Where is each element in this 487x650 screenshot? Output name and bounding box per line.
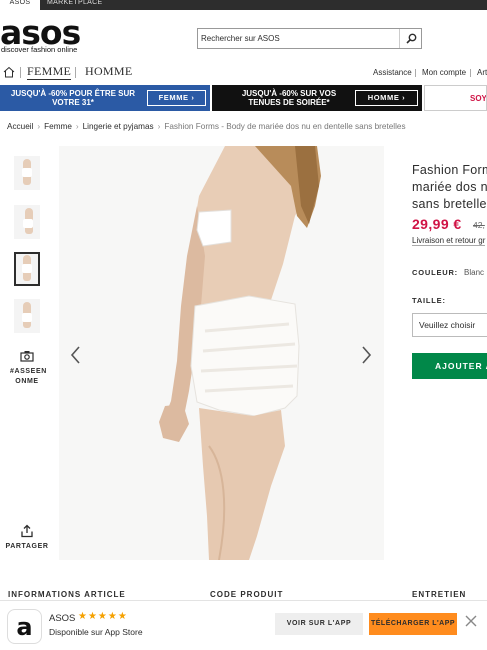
tab-marketplace[interactable]: MARKETPLACE [47, 0, 117, 10]
asseenonme-label: #ASSEEN ONME [10, 368, 47, 385]
product-code-heading[interactable]: CODE PRODUIT [210, 590, 283, 599]
nav-item-femme[interactable]: FEMME [27, 64, 72, 80]
promo-text: JUSQU'À -60% SUR VOS TENUES DE SOIRÉE* [241, 89, 337, 107]
camera-icon [20, 351, 34, 362]
product-photo [59, 146, 384, 560]
product-title-line: Fashion Form [412, 163, 487, 177]
delivery-info-link[interactable]: Livraison et retour gr [412, 236, 486, 246]
breadcrumb: Accueil › Femme › Lingerie et pyjamas › Fashio… [7, 122, 406, 131]
promo-banner-soiree[interactable]: SOYE [424, 85, 487, 111]
search-box [197, 28, 422, 49]
share-button[interactable]: PARTAGER [0, 524, 54, 552]
asos-logo[interactable]: asos discover fashion online [0, 13, 85, 55]
see-in-app-button[interactable]: VOIR SUR L'APP [275, 613, 363, 635]
thumbnail-4[interactable] [14, 299, 40, 333]
nav-divider [470, 69, 471, 77]
product-page: ASOS MARKETPLACE asos discover fashion o… [0, 0, 487, 650]
color-label: COULEUR: [412, 268, 458, 277]
product-old-price: 42, [473, 220, 485, 230]
main-nav: FEMME HOMME Assistance Mon compte Art [0, 63, 487, 83]
app-name: ASOS [49, 613, 76, 624]
color-value: Blanc [464, 268, 485, 277]
info-heading[interactable]: INFORMATIONS ARTICLE [8, 590, 126, 599]
home-icon[interactable] [3, 66, 15, 78]
app-icon: a [7, 609, 42, 644]
size-label: TAILLE: [412, 296, 446, 305]
promo-banner-homme[interactable]: JUSQU'À -60% SUR VOS TENUES DE SOIRÉE* H… [212, 85, 422, 111]
app-icon-letter: a [16, 613, 33, 641]
asseenonme-button[interactable]: #ASSEEN ONME [0, 350, 54, 387]
tab-asos[interactable]: ASOS [0, 0, 40, 10]
share-label: PARTAGER [5, 543, 49, 550]
product-main-image[interactable] [59, 146, 384, 560]
nav-divider [20, 67, 21, 78]
promo-banner-femme[interactable]: JUSQU'À -60% POUR ÊTRE SUR VOTRE 31* FEM… [0, 85, 210, 111]
breadcrumb-femme[interactable]: Femme [44, 122, 72, 131]
add-to-bag-button[interactable]: AJOUTER A [412, 353, 487, 379]
promo-text: JUSQU'À -60% POUR ÊTRE SUR VOTRE 31* [10, 89, 136, 107]
search-button[interactable] [399, 29, 421, 48]
thumbnail-2[interactable] [14, 205, 40, 239]
search-input[interactable] [198, 29, 398, 48]
prev-image-arrow-icon[interactable] [69, 345, 81, 365]
product-title: Fashion Form mariée dos n sans bretelles [412, 162, 487, 213]
search-icon [406, 33, 417, 44]
promo-femme-button[interactable]: FEMME › [147, 90, 206, 106]
share-icon [21, 524, 33, 538]
care-heading[interactable]: ENTRETIEN [412, 590, 466, 599]
breadcrumb-current: Fashion Forms - Body de mariée dos nu en… [164, 122, 406, 131]
promo-homme-button[interactable]: HOMME › [355, 90, 418, 106]
nav-item-homme[interactable]: HOMME [85, 64, 133, 79]
app-install-banner: a ASOS ★★★★★ Disponible sur App Store VO… [0, 600, 487, 650]
next-image-arrow-icon[interactable] [361, 345, 373, 365]
product-title-line: sans bretelles [412, 197, 487, 211]
download-app-button[interactable]: TÉLÉCHARGER L'APP [369, 613, 457, 635]
breadcrumb-home[interactable]: Accueil [7, 122, 33, 131]
product-price: 29,99 € [412, 216, 462, 232]
thumbnail-1[interactable] [14, 156, 40, 190]
size-select[interactable]: Veuillez choisir [412, 313, 487, 337]
thumbnail-3[interactable] [14, 252, 40, 286]
nav-divider [415, 69, 416, 77]
close-icon[interactable] [464, 614, 478, 628]
logo-tagline: discover fashion online [1, 45, 78, 54]
app-subtitle: Disponible sur App Store [49, 627, 143, 637]
top-store-bar: ASOS MARKETPLACE [0, 0, 487, 10]
nav-divider [75, 67, 76, 78]
nav-link-assistance[interactable]: Assistance [373, 68, 412, 77]
nav-link-account[interactable]: Mon compte [422, 68, 466, 77]
app-rating-stars: ★★★★★ [78, 611, 128, 622]
breadcrumb-lingerie[interactable]: Lingerie et pyjamas [83, 122, 154, 131]
nav-link-art[interactable]: Art [477, 68, 487, 77]
product-title-line: mariée dos n [412, 180, 487, 194]
promo-text: SOYE [470, 94, 487, 103]
